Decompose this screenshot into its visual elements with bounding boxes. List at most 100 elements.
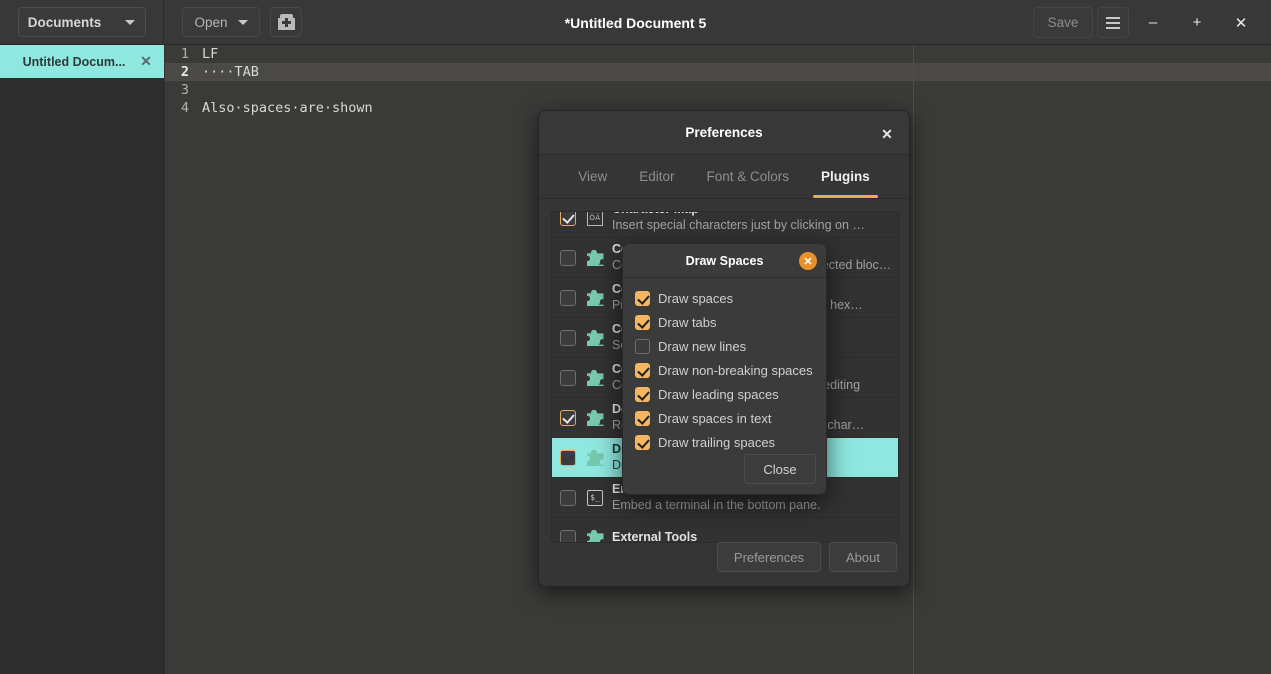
tab-font-colors[interactable]: Font & Colors bbox=[691, 155, 806, 198]
editor-line[interactable]: 3 bbox=[165, 81, 1271, 99]
plugin-enable-checkbox[interactable] bbox=[560, 212, 576, 226]
draw-spaces-checkbox[interactable] bbox=[635, 290, 650, 306]
puzzle-piece-icon bbox=[586, 409, 604, 427]
plugin-row[interactable]: External Tools bbox=[552, 518, 898, 542]
draw-spaces-option[interactable]: Draw new lines bbox=[635, 334, 826, 358]
plugin-enable-checkbox[interactable] bbox=[560, 449, 576, 466]
close-icon[interactable]: ✕ bbox=[138, 53, 154, 70]
draw-spaces-checkbox[interactable] bbox=[635, 410, 650, 426]
puzzle-piece-icon bbox=[586, 249, 604, 267]
open-button-label: Open bbox=[194, 14, 228, 30]
header-middle-section: Open bbox=[164, 7, 302, 37]
draw-spaces-option-label: Draw trailing spaces bbox=[658, 434, 776, 450]
chevron-down-icon bbox=[125, 19, 136, 25]
draw-spaces-options: Draw spaces Draw tabs Draw new lines Draw n… bbox=[623, 278, 826, 454]
draw-spaces-option[interactable]: Draw non-breaking spaces bbox=[635, 358, 826, 382]
plugin-description: Insert special characters just by clicki… bbox=[612, 218, 865, 232]
new-document-icon bbox=[277, 14, 295, 30]
documents-button-label: Documents bbox=[27, 14, 102, 30]
draw-spaces-title: Draw Spaces bbox=[685, 253, 764, 268]
hamburger-menu-icon bbox=[1106, 16, 1120, 19]
close-icon[interactable]: ✕ bbox=[877, 124, 897, 144]
sidebar-item-label: Untitled Docum... bbox=[22, 54, 126, 69]
editor-line[interactable]: 1 LF bbox=[165, 45, 1271, 63]
line-text: Also·spaces·are·shown bbox=[202, 100, 373, 116]
close-circle-icon[interactable]: ✕ bbox=[799, 252, 817, 270]
draw-spaces-option-label: Draw spaces in text bbox=[658, 410, 772, 426]
puzzle-piece-glyph bbox=[586, 290, 604, 306]
plugin-enable-checkbox[interactable] bbox=[560, 369, 576, 386]
hamburger-menu-icon bbox=[1106, 21, 1120, 24]
plugin-enable-checkbox[interactable] bbox=[560, 529, 576, 542]
puzzle-piece-glyph bbox=[586, 450, 604, 466]
puzzle-piece-icon bbox=[586, 449, 604, 467]
puzzle-piece-icon bbox=[586, 529, 604, 542]
draw-spaces-option[interactable]: Draw leading spaces bbox=[635, 382, 826, 406]
character-map-icon: ÖÄ bbox=[586, 212, 604, 227]
preferences-titlebar: Preferences ✕ bbox=[539, 111, 909, 155]
plugin-preferences-button[interactable]: Preferences bbox=[716, 542, 822, 572]
draw-spaces-option[interactable]: Draw trailing spaces bbox=[635, 430, 826, 454]
hamburger-menu-button[interactable] bbox=[1097, 7, 1129, 38]
puzzle-piece-glyph bbox=[586, 370, 604, 386]
draw-spaces-option[interactable]: Draw tabs bbox=[635, 310, 826, 334]
line-number: 3 bbox=[165, 81, 193, 99]
draw-spaces-checkbox[interactable] bbox=[635, 338, 650, 354]
preferences-tab-bar: View Editor Font & Colors Plugins bbox=[539, 155, 909, 199]
draw-spaces-option-label: Draw spaces bbox=[658, 290, 734, 306]
draw-spaces-option-label: Draw new lines bbox=[658, 338, 747, 354]
save-button[interactable]: Save bbox=[1033, 7, 1093, 38]
puzzle-piece-glyph bbox=[586, 530, 604, 542]
minimize-button[interactable]: – bbox=[1133, 3, 1173, 43]
close-window-button[interactable]: ✕ bbox=[1221, 3, 1261, 43]
plugin-description: Embed a terminal in the bottom pane. bbox=[612, 498, 821, 512]
header-left-section: Documents bbox=[0, 0, 164, 45]
puzzle-piece-glyph bbox=[586, 410, 604, 426]
preferences-title: Preferences bbox=[685, 125, 763, 140]
plugin-enable-checkbox[interactable] bbox=[560, 289, 576, 306]
plugin-enable-checkbox[interactable] bbox=[560, 329, 576, 346]
new-document-button[interactable] bbox=[270, 7, 302, 37]
draw-spaces-checkbox[interactable] bbox=[635, 386, 650, 402]
draw-spaces-checkbox[interactable] bbox=[635, 362, 650, 378]
puzzle-piece-icon bbox=[586, 289, 604, 307]
puzzle-piece-glyph bbox=[586, 250, 604, 266]
documents-button[interactable]: Documents bbox=[17, 7, 146, 37]
terminal-icon: $_ bbox=[586, 489, 604, 507]
preferences-footer: Preferences About bbox=[551, 542, 897, 572]
plugin-enable-checkbox[interactable] bbox=[560, 409, 576, 426]
draw-spaces-option[interactable]: Draw spaces bbox=[635, 286, 826, 310]
plugin-row[interactable]: ÖÄ Character MapInsert special characters… bbox=[552, 212, 898, 238]
draw-spaces-close-button[interactable]: Close bbox=[744, 454, 816, 484]
tab-plugins[interactable]: Plugins bbox=[805, 155, 886, 198]
puzzle-piece-icon bbox=[586, 369, 604, 387]
line-text: LF bbox=[202, 46, 219, 62]
puzzle-piece-icon bbox=[586, 329, 604, 347]
sidebar-item-untitled-document[interactable]: Untitled Docum... ✕ bbox=[0, 45, 164, 78]
line-text bbox=[193, 81, 202, 99]
draw-spaces-option-label: Draw tabs bbox=[658, 314, 717, 330]
plugin-enable-checkbox[interactable] bbox=[560, 249, 576, 266]
editor-line[interactable]: 2 ····TAB bbox=[165, 63, 1271, 81]
header-bar: Documents Open *Untitled Document 5 Save… bbox=[0, 0, 1271, 45]
draw-spaces-option-label: Draw leading spaces bbox=[658, 386, 779, 402]
editor-line-container: 1 LF 2 ····TAB 3 4 Also·spaces·are·shown bbox=[165, 45, 1271, 117]
draw-spaces-checkbox[interactable] bbox=[635, 314, 650, 330]
sidebar-documents-panel: Untitled Docum... ✕ bbox=[0, 45, 164, 674]
draw-spaces-option[interactable]: Draw spaces in text bbox=[635, 406, 826, 430]
chevron-down-icon bbox=[237, 19, 248, 25]
plugin-enable-checkbox[interactable] bbox=[560, 489, 576, 506]
puzzle-piece-glyph bbox=[586, 330, 604, 346]
open-button[interactable]: Open bbox=[182, 7, 260, 37]
line-number: 2 bbox=[165, 63, 193, 81]
plugin-about-button[interactable]: About bbox=[829, 542, 897, 572]
line-number: 1 bbox=[165, 45, 193, 63]
draw-spaces-footer: Close bbox=[744, 454, 816, 484]
tab-editor[interactable]: Editor bbox=[623, 155, 690, 198]
tab-view[interactable]: View bbox=[562, 155, 623, 198]
draw-spaces-option-label: Draw non-breaking spaces bbox=[658, 362, 813, 378]
header-right-section: Save – + ✕ bbox=[1033, 0, 1261, 45]
draw-spaces-checkbox[interactable] bbox=[635, 434, 650, 450]
maximize-button[interactable]: + bbox=[1177, 3, 1217, 43]
character-map-glyph: ÖÄ bbox=[587, 212, 603, 226]
